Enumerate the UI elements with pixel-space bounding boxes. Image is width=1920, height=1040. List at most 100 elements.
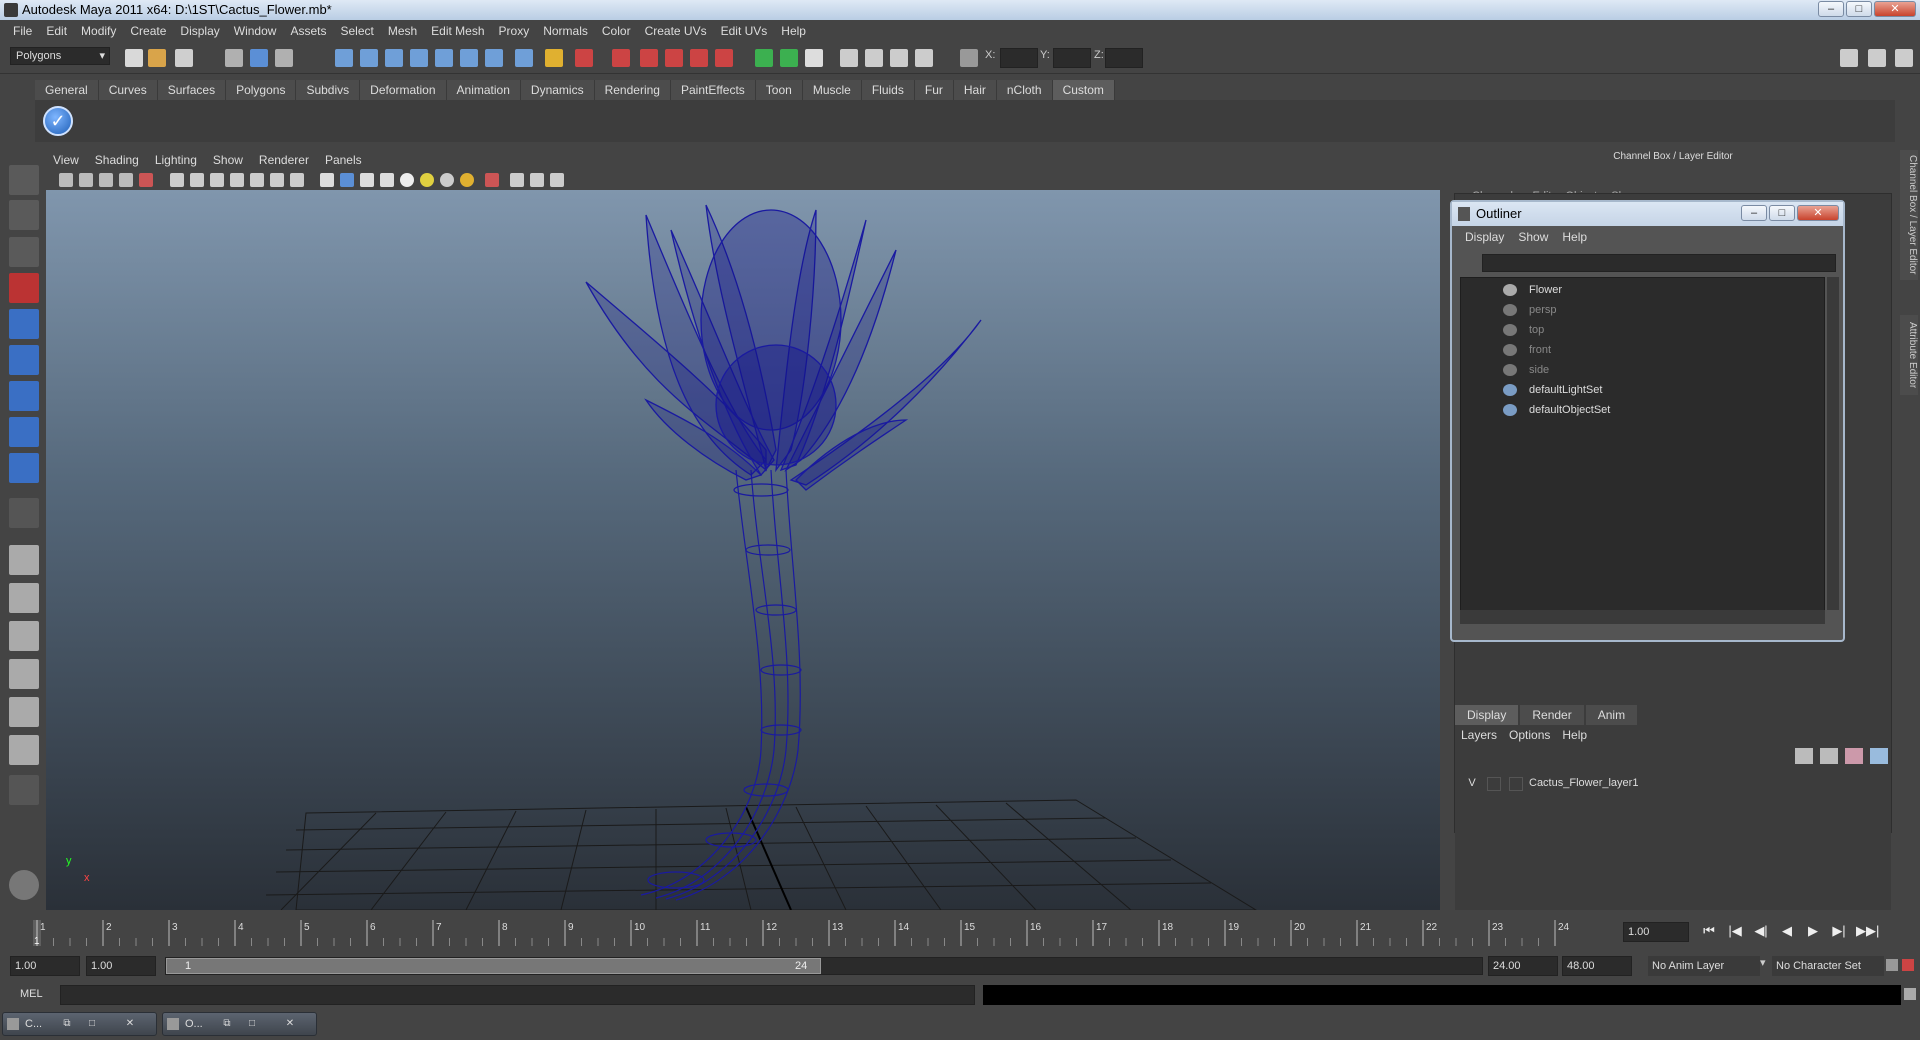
render-settings-icon[interactable]	[640, 49, 658, 67]
menu-edit[interactable]: Edit	[39, 24, 74, 38]
menu-select[interactable]: Select	[333, 24, 380, 38]
minimized-window-1[interactable]: C... ⧉ □ ✕	[2, 1012, 157, 1036]
channel-editor-icon[interactable]	[805, 49, 823, 67]
outliner-horizontal-scrollbar[interactable]	[1460, 610, 1825, 624]
playback-end-field[interactable]: 24.00	[1488, 956, 1558, 976]
universal-manip-icon[interactable]	[9, 381, 39, 411]
playback-start-field[interactable]: 1.00	[86, 956, 156, 976]
menu-edit-mesh[interactable]: Edit Mesh	[424, 24, 491, 38]
toggle-channel-box-icon[interactable]	[1895, 49, 1913, 67]
persp-outliner-layout-icon[interactable]	[9, 621, 39, 651]
batch-render-icon[interactable]	[715, 49, 733, 67]
shelf-tab-polygons[interactable]: Polygons	[226, 80, 297, 100]
shelf-tab-subdivs[interactable]: Subdivs	[296, 80, 361, 100]
time-slider[interactable]: 1 2 3 4 5 6 7 8 9 10 11 12 13 14 15 16 17 18 19 20 21 22 23 24 1	[15, 918, 1620, 948]
minimized-window-2[interactable]: O... ⧉ □ ✕	[162, 1012, 317, 1036]
wireframe-on-shaded-icon[interactable]	[360, 173, 374, 187]
mel-input[interactable]	[60, 985, 975, 1005]
layer-row[interactable]: V Cactus_Flower_layer1	[1459, 774, 1887, 794]
scale-tool-icon[interactable]	[9, 345, 39, 375]
toggle-attribute-editor-icon[interactable]	[1840, 49, 1858, 67]
side-tab-channel-box[interactable]: Channel Box / Layer Editor	[1900, 150, 1918, 280]
viewport-menu-panels[interactable]: Panels	[317, 150, 370, 170]
close-window-button[interactable]: ✕	[121, 1016, 139, 1032]
menu-color[interactable]: Color	[595, 24, 638, 38]
backface-culling-icon[interactable]	[550, 173, 564, 187]
shelf-tab-deformation[interactable]: Deformation	[360, 80, 447, 100]
select-by-component-icon[interactable]	[275, 49, 293, 67]
menu-edit-uvs[interactable]: Edit UVs	[714, 24, 775, 38]
current-frame-field[interactable]: 1.00	[1623, 922, 1689, 942]
minimize-button[interactable]: –	[1818, 1, 1844, 17]
lasso-tool-icon[interactable]	[9, 200, 39, 230]
shelf-tab-surfaces[interactable]: Surfaces	[157, 80, 227, 100]
shelf-tab-dynamics[interactable]: Dynamics	[520, 80, 595, 100]
menu-display[interactable]: Display	[173, 24, 226, 38]
outliner-minimize-button[interactable]: –	[1741, 205, 1767, 221]
grease-pencil-icon[interactable]	[139, 173, 153, 187]
outliner-close-button[interactable]: ✕	[1797, 205, 1839, 221]
show-attribute-icon[interactable]	[865, 49, 883, 67]
lock-icon[interactable]	[545, 49, 563, 67]
menu-modify[interactable]: Modify	[74, 24, 123, 38]
transform-field-icon[interactable]	[960, 49, 978, 67]
textured-icon[interactable]	[380, 173, 394, 187]
outliner-menu-display[interactable]: Display	[1458, 230, 1511, 248]
use-all-lights-icon[interactable]	[420, 173, 434, 187]
menu-create-uvs[interactable]: Create UVs	[638, 24, 714, 38]
auto-key-icon[interactable]	[1902, 959, 1914, 971]
play-backwards-button[interactable]: ◀	[1778, 922, 1796, 940]
maximize-window-button[interactable]: □	[83, 1016, 101, 1032]
menu-normals[interactable]: Normals	[536, 24, 595, 38]
range-slider-handle[interactable]: 1 24	[166, 958, 821, 974]
snap-curve-icon[interactable]	[360, 49, 378, 67]
layer-tab-anim[interactable]: Anim	[1585, 705, 1638, 725]
restore-button[interactable]: ⧉	[218, 1016, 236, 1032]
shelf-tab-animation[interactable]: Animation	[446, 80, 521, 100]
shelf-tab-muscle[interactable]: Muscle	[802, 80, 862, 100]
step-forward-frame-button[interactable]: ▶|	[1830, 922, 1848, 940]
viewport-menu-shading[interactable]: Shading	[87, 150, 147, 170]
snap-grid-icon[interactable]	[335, 49, 353, 67]
layer-visibility-toggle[interactable]: V	[1465, 777, 1479, 791]
anim-layer-dropdown[interactable]: No Anim Layer	[1648, 956, 1760, 976]
grid-toggle-icon[interactable]	[170, 173, 184, 187]
viewport-menu-show[interactable]: Show	[205, 150, 251, 170]
isolate-select-icon[interactable]	[485, 173, 499, 187]
shelf-tab-fluids[interactable]: Fluids	[861, 80, 915, 100]
layer-tab-render[interactable]: Render	[1520, 705, 1584, 725]
xray-joints-icon[interactable]	[530, 173, 544, 187]
camera-attributes-icon[interactable]	[79, 173, 93, 187]
outliner-vertical-scrollbar[interactable]	[1827, 277, 1839, 610]
shelf-tab-curves[interactable]: Curves	[98, 80, 158, 100]
resolution-gate-icon[interactable]	[210, 173, 224, 187]
script-editor-icon[interactable]	[1904, 988, 1916, 1000]
safe-action-icon[interactable]	[270, 173, 284, 187]
move-tool-icon[interactable]	[9, 273, 39, 303]
step-back-key-button[interactable]: |◀	[1726, 922, 1744, 940]
shelf-tab-ncloth[interactable]: nCloth	[996, 80, 1053, 100]
menu-file[interactable]: File	[6, 24, 39, 38]
shelf-tab-general[interactable]: General	[35, 80, 99, 100]
outliner-persp-graph-layout-icon[interactable]	[9, 697, 39, 727]
viewport-menu-view[interactable]: View	[45, 150, 87, 170]
end-time-field[interactable]: 48.00	[1562, 956, 1632, 976]
xray-icon[interactable]	[510, 173, 524, 187]
history-icon[interactable]	[460, 49, 478, 67]
layer-color-swatch[interactable]	[1509, 777, 1523, 791]
save-scene-icon[interactable]	[175, 49, 193, 67]
absolute-transform-icon[interactable]	[780, 49, 798, 67]
shelf-tab-toon[interactable]: Toon	[755, 80, 803, 100]
gate-mask-icon[interactable]	[230, 173, 244, 187]
outliner-search-input[interactable]	[1482, 254, 1836, 272]
construction-icon[interactable]	[485, 49, 503, 67]
layer-menu-help[interactable]: Help	[1556, 725, 1593, 745]
menu-help[interactable]: Help	[774, 24, 813, 38]
layer-name[interactable]: Cactus_Flower_layer1	[1529, 777, 1638, 789]
input-line-icon[interactable]	[755, 49, 773, 67]
range-slider-bar[interactable]: 1 24	[165, 957, 1483, 975]
field-chart-icon[interactable]	[250, 173, 264, 187]
character-set-dropdown[interactable]: No Character Set	[1772, 956, 1884, 976]
new-layer-icon[interactable]	[1795, 748, 1813, 764]
menu-proxy[interactable]: Proxy	[492, 24, 537, 38]
